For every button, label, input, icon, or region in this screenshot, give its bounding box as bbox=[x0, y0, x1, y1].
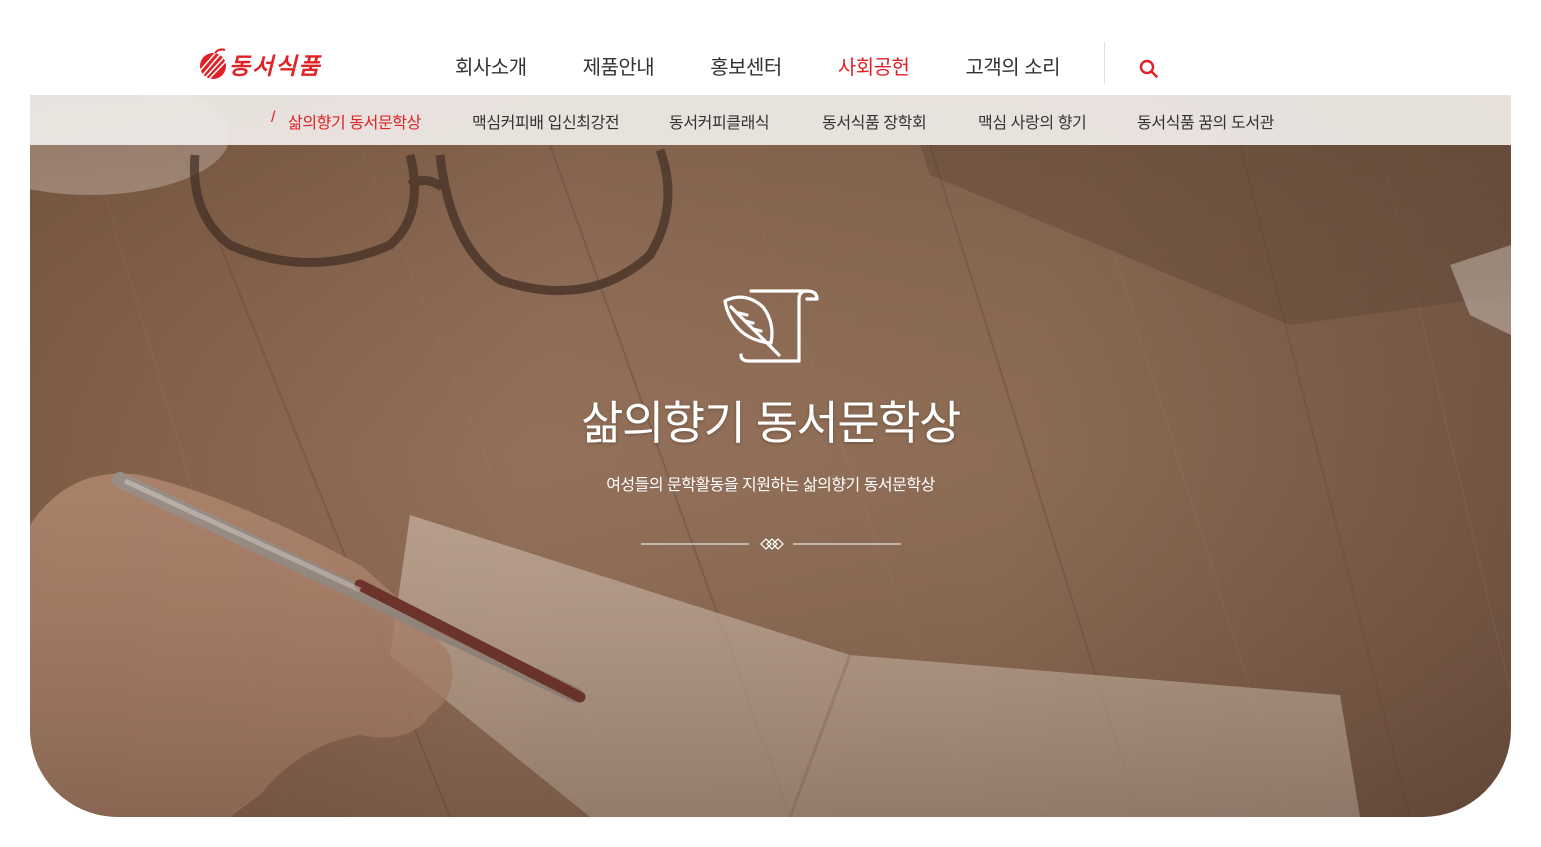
hero-banner: / 삶의향기 동서문학상 맥심커피배 입신최강전 동서커피클래식 동서식품 장학… bbox=[30, 95, 1511, 817]
logo-link[interactable]: 동서식품 bbox=[195, 46, 337, 82]
site-header: 동서식품 회사소개 제품안내 홍보센터 사회공헌 고객의 소리 bbox=[0, 0, 1541, 95]
sub-nav: / 삶의향기 동서문학상 맥심커피배 입신최강전 동서커피클래식 동서식품 장학… bbox=[30, 95, 1511, 145]
nav-item-company[interactable]: 회사소개 bbox=[455, 51, 527, 80]
subnav-item-coffee-classic[interactable]: 동서커피클래식 bbox=[669, 109, 770, 133]
nav-item-social-contribution[interactable]: 사회공헌 bbox=[838, 51, 910, 80]
subnav-item-baduk-tournament[interactable]: 맥심커피배 입신최강전 bbox=[472, 109, 620, 133]
quill-scroll-icon bbox=[722, 289, 819, 363]
subnav-item-literature-award[interactable]: 삶의향기 동서문학상 bbox=[288, 109, 421, 133]
logo-text: 동서식품 bbox=[229, 54, 322, 80]
hero-subtitle: 여성들의 문학활동을 지원하는 삶의향기 동서문학상 bbox=[606, 477, 935, 494]
subnav-item-scholarship[interactable]: 동서식품 장학회 bbox=[822, 109, 927, 133]
subnav-item-maxim-love[interactable]: 맥심 사랑의 향기 bbox=[978, 109, 1087, 133]
nav-item-products[interactable]: 제품안내 bbox=[583, 51, 655, 80]
main-nav: 회사소개 제품안내 홍보센터 사회공헌 고객의 소리 bbox=[455, 51, 1116, 80]
subnav-item-dream-library[interactable]: 동서식품 꿈의 도서관 bbox=[1137, 109, 1274, 133]
nav-item-pr-center[interactable]: 홍보센터 bbox=[710, 51, 782, 80]
header-divider bbox=[1104, 42, 1105, 84]
nav-item-customer-voice[interactable]: 고객의 소리 bbox=[965, 51, 1060, 80]
hero-title: 삶의향기 동서문학상 bbox=[581, 397, 961, 449]
page: 동서식품 회사소개 제품안내 홍보센터 사회공헌 고객의 소리 / 삶의향기 동… bbox=[0, 0, 1541, 847]
active-indicator-icon: / bbox=[271, 109, 276, 126]
diamond-divider-icon bbox=[640, 538, 901, 550]
search-button[interactable] bbox=[1138, 58, 1160, 80]
hero-content: 삶의향기 동서문학상 여성들의 문학활동을 지원하는 삶의향기 동서문학상 bbox=[30, 285, 1511, 551]
logo-mark-icon bbox=[197, 48, 230, 80]
search-icon bbox=[1139, 59, 1158, 78]
